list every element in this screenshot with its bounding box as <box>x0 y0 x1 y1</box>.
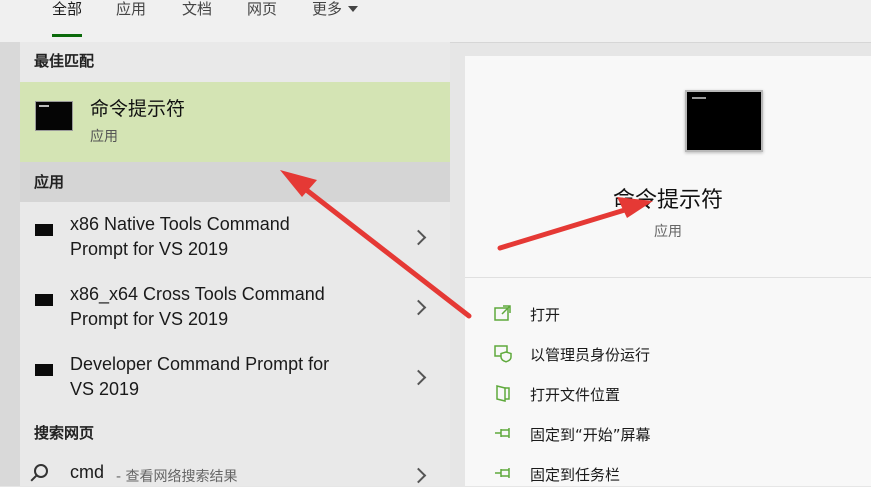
tab-documents-label: 文档 <box>182 0 213 18</box>
action-pin-to-taskbar[interactable]: 固定到任务栏 <box>493 461 833 487</box>
action-pin-to-start[interactable]: 固定到“开始”屏幕 <box>493 421 833 447</box>
app-kind: 应用 <box>654 224 682 240</box>
file-location-icon <box>496 385 510 402</box>
chevron-right-icon[interactable] <box>410 467 427 484</box>
terminal-icon <box>35 294 53 306</box>
chevron-right-icon[interactable] <box>410 299 427 316</box>
action-run-as-admin[interactable]: 以管理员身份运行 <box>493 341 833 367</box>
web-search-header: 搜索网页 <box>34 424 95 442</box>
best-match-title: 命令提示符 <box>90 98 186 120</box>
terminal-icon <box>35 224 53 236</box>
search-icon <box>34 464 48 478</box>
tab-apps-label: 应用 <box>116 0 147 18</box>
action-label: 打开文件位置 <box>530 386 621 404</box>
divider <box>465 277 871 278</box>
app-item-line2: Prompt for VS 2019 <box>70 309 229 329</box>
action-label: 以管理员身份运行 <box>530 346 651 364</box>
web-search-query: cmd <box>70 462 105 482</box>
active-tab-underline <box>52 34 83 37</box>
app-item-line2: VS 2019 <box>70 379 140 399</box>
chevron-right-icon[interactable] <box>410 229 427 246</box>
app-item-x86-x64-cross[interactable]: x86_x64 Cross Tools Command Prompt for V… <box>20 274 450 344</box>
chevron-right-icon[interactable] <box>410 369 427 386</box>
best-match-item[interactable]: 命令提示符 应用 <box>20 82 450 162</box>
best-match-subtitle: 应用 <box>90 129 118 145</box>
start-menu-edge <box>0 42 20 486</box>
admin-shield-icon <box>494 345 512 363</box>
tab-all-label: 全部 <box>52 0 83 18</box>
tab-more[interactable]: 更多 <box>312 0 359 19</box>
apps-header: 应用 <box>20 162 450 202</box>
web-search-hint: - 查看网络搜索结果 <box>116 469 238 485</box>
app-item-line2: Prompt for VS 2019 <box>70 239 229 259</box>
tab-more-label: 更多 <box>312 0 343 18</box>
app-title: 命令提示符 <box>612 188 723 213</box>
web-search-item[interactable]: cmd - 查看网络搜索结果 <box>20 456 450 486</box>
search-filter-bar: 全部 应用 文档 网页 更多 <box>0 0 871 43</box>
action-label: 打开 <box>530 306 561 324</box>
app-item-label: x86_x64 Cross Tools Command Prompt for V… <box>70 282 390 332</box>
app-item-line1: Developer Command Prompt for <box>70 354 330 374</box>
tab-all[interactable]: 全部 <box>52 0 83 37</box>
app-item-label: Developer Command Prompt for VS 2019 <box>70 352 390 402</box>
tab-web-label: 网页 <box>247 0 278 18</box>
terminal-icon <box>35 364 53 376</box>
results-list: 最佳匹配 命令提示符 应用 应用 x86 Native Tools Comman… <box>20 42 450 486</box>
tab-web[interactable]: 网页 <box>247 0 277 19</box>
open-icon <box>494 305 511 321</box>
pin-icon <box>495 468 510 478</box>
app-details-panel: 命令提示符 应用 打开 以管理员身份运行 打开文件位置 固定到“开始”屏幕 固定… <box>465 56 871 486</box>
action-open[interactable]: 打开 <box>493 301 833 327</box>
action-label: 固定到任务栏 <box>530 466 621 484</box>
app-item-label: x86 Native Tools Command Prompt for VS 2… <box>70 212 390 262</box>
action-open-file-location[interactable]: 打开文件位置 <box>493 381 833 407</box>
app-item-line1: x86_x64 Cross Tools Command <box>70 284 325 304</box>
pin-icon <box>495 428 510 438</box>
command-prompt-icon <box>685 90 763 152</box>
tab-documents[interactable]: 文档 <box>182 0 212 19</box>
chevron-down-icon <box>348 6 359 12</box>
tab-apps[interactable]: 应用 <box>116 0 146 19</box>
app-item-x86-native[interactable]: x86 Native Tools Command Prompt for VS 2… <box>20 204 450 274</box>
command-prompt-icon <box>35 101 73 131</box>
app-item-line1: x86 Native Tools Command <box>70 214 290 234</box>
app-item-developer-prompt[interactable]: Developer Command Prompt for VS 2019 <box>20 344 450 414</box>
best-match-header: 最佳匹配 <box>34 52 95 70</box>
action-label: 固定到“开始”屏幕 <box>530 426 651 444</box>
